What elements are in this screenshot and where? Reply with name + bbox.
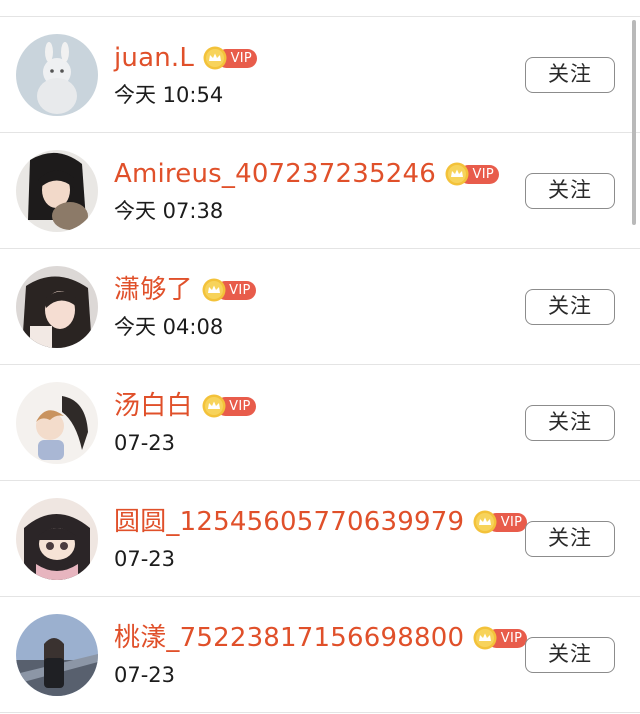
follower-list-screen: juan.L VIP 今天 10:54 关注 Amireus_407237235… [0,0,640,714]
avatar[interactable] [16,150,98,232]
list-item[interactable]: Amireus_407237235246 VIP 今天 07:38 关注 [0,133,640,249]
list-item[interactable]: 圆圆_12545605770639979 VIP 07-23 关注 [0,481,640,597]
name-line: 潇够了 VIP [114,273,257,307]
user-name[interactable]: juan.L [114,41,194,75]
name-line: juan.L VIP [114,41,258,75]
crown-icon [445,162,469,186]
user-name[interactable]: 桃漾_7522381715669880​0 [114,621,464,655]
name-line: 汤白白 VIP [114,389,257,423]
avatar[interactable] [16,266,98,348]
name-line: 桃漾_7522381715669880​0 VIP [114,621,528,655]
crown-icon [203,46,227,70]
follow-time: 今天 04:08 [114,315,224,339]
vip-badge: VIP [202,394,257,418]
avatar[interactable] [16,614,98,696]
follow-button[interactable]: 关注 [525,173,615,209]
follow-time: 今天 10:54 [114,83,224,107]
list-item[interactable]: juan.L VIP 今天 10:54 关注 [0,17,640,133]
vip-badge: VIP [203,46,258,70]
vip-badge: VIP [445,162,500,186]
crown-icon [202,394,226,418]
follow-button[interactable]: 关注 [525,57,615,93]
crown-icon [473,510,497,534]
crown-icon [202,278,226,302]
name-line: 圆圆_12545605770639979 VIP [114,505,528,539]
follow-time: 今天 07:38 [114,199,224,223]
avatar[interactable] [16,382,98,464]
list-item[interactable]: 汤白白 VIP 07-23 关注 [0,365,640,481]
vip-badge: VIP [473,626,528,650]
avatar[interactable] [16,498,98,580]
avatar[interactable] [16,34,98,116]
follow-button[interactable]: 关注 [525,289,615,325]
follow-time: 07-23 [114,431,176,455]
vip-badge: VIP [473,510,528,534]
user-name[interactable]: Amireus_407237235246 [114,157,436,191]
list-item[interactable]: 桃漾_7522381715669880​0 VIP 07-23 关注 [0,597,640,713]
list-item[interactable]: 潇够了 VIP 今天 04:08 关注 [0,249,640,365]
follow-button[interactable]: 关注 [525,405,615,441]
follow-button[interactable]: 关注 [525,521,615,557]
user-name[interactable]: 汤白白 [114,389,193,423]
follow-time: 07-23 [114,663,176,687]
crown-icon [473,626,497,650]
name-line: Amireus_407237235246 VIP [114,157,500,191]
user-name[interactable]: 圆圆_12545605770639979 [114,505,464,539]
vip-badge: VIP [202,278,257,302]
follow-time: 07-23 [114,547,176,571]
user-name[interactable]: 潇够了 [114,273,193,307]
user-list: juan.L VIP 今天 10:54 关注 Amireus_407237235… [0,17,640,713]
follow-button[interactable]: 关注 [525,637,615,673]
scrollbar[interactable] [632,20,636,225]
